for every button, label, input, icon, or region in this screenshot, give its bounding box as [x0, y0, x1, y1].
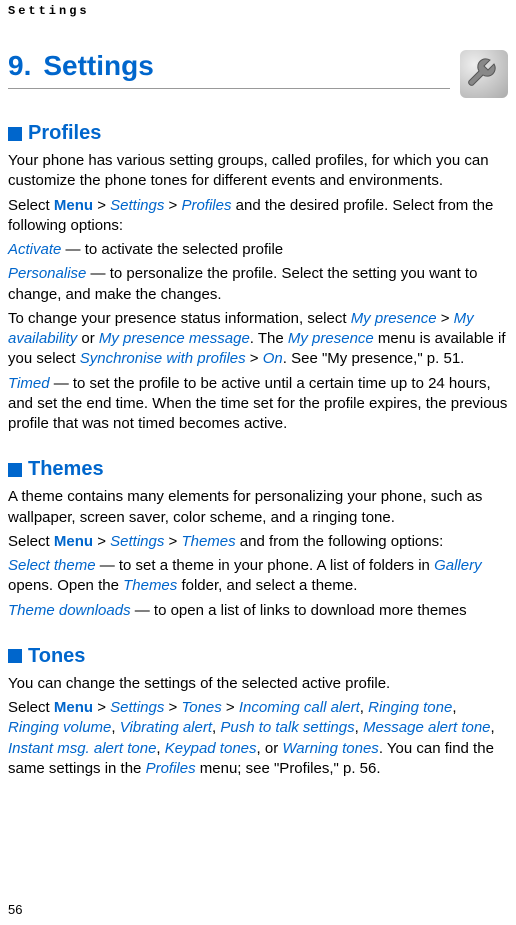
chapter-title-text: Settings — [43, 50, 153, 81]
sync-term: Synchronise with profiles — [80, 350, 246, 367]
themes-intro: A theme contains many elements for perso… — [8, 487, 508, 528]
settings-link: Settings — [110, 699, 164, 716]
theme-downloads-option: Theme downloads — to open a list of link… — [8, 601, 508, 621]
chapter-title: 9. Settings — [8, 50, 450, 89]
tones-link: Tones — [181, 699, 221, 716]
section-heading-tones: Tones — [8, 645, 508, 668]
tones-nav: Select Menu > Settings > Tones > Incomin… — [8, 698, 508, 779]
section-tones-title: Tones — [28, 645, 85, 668]
timed-term: Timed — [8, 375, 50, 392]
vibrating-term: Vibrating alert — [120, 719, 212, 736]
personalise-option: Personalise — to personalize the profile… — [8, 264, 508, 305]
settings-link: Settings — [110, 197, 164, 214]
activate-option: Activate — to activate the selected prof… — [8, 240, 508, 260]
section-themes-title: Themes — [28, 458, 104, 481]
themes-link: Themes — [181, 533, 235, 550]
select-theme-option: Select theme — to set a theme in your ph… — [8, 556, 508, 597]
keypad-term: Keypad tones — [165, 740, 257, 757]
themes-folder-term: Themes — [123, 577, 177, 594]
profiles-menu-term: Profiles — [146, 760, 196, 777]
my-presence-term-2: My presence — [288, 330, 374, 347]
profiles-intro: Your phone has various setting groups, c… — [8, 151, 508, 192]
instant-term: Instant msg. alert tone — [8, 740, 156, 757]
wrench-icon — [460, 50, 508, 98]
message-alert-term: Message alert tone — [363, 719, 491, 736]
personalise-term: Personalise — [8, 265, 86, 282]
tones-intro: You can change the settings of the selec… — [8, 674, 508, 694]
incoming-term: Incoming call alert — [239, 699, 360, 716]
menu-link: Menu — [54, 197, 93, 214]
content-area: 9. Settings Profiles Your phone has vario… — [0, 50, 516, 779]
section-bullet-icon — [8, 127, 22, 141]
presence-para: To change your presence status informati… — [8, 309, 508, 370]
profiles-nav: Select Menu > Settings > Profiles and th… — [8, 196, 508, 237]
on-term: On — [263, 350, 283, 367]
section-bullet-icon — [8, 649, 22, 663]
gallery-term: Gallery — [434, 557, 482, 574]
settings-link: Settings — [110, 533, 164, 550]
timed-option: Timed — to set the profile to be active … — [8, 374, 508, 435]
select-theme-term: Select theme — [8, 557, 96, 574]
theme-downloads-term: Theme downloads — [8, 602, 131, 619]
warning-term: Warning tones — [282, 740, 378, 757]
my-presence-message-term: My presence message — [99, 330, 250, 347]
my-presence-term: My presence — [351, 310, 437, 327]
ringing-volume-term: Ringing volume — [8, 719, 111, 736]
section-profiles-title: Profiles — [28, 122, 101, 145]
menu-link: Menu — [54, 699, 93, 716]
ringing-tone-term: Ringing tone — [368, 699, 452, 716]
activate-term: Activate — [8, 241, 61, 258]
chapter-number: 9. — [8, 50, 31, 81]
section-heading-profiles: Profiles — [8, 122, 508, 145]
page-number: 56 — [8, 902, 22, 917]
themes-nav: Select Menu > Settings > Themes and from… — [8, 532, 508, 552]
section-heading-themes: Themes — [8, 458, 508, 481]
page-header: Settings — [0, 0, 516, 22]
chapter-title-row: 9. Settings — [8, 50, 508, 98]
push-term: Push to talk settings — [220, 719, 354, 736]
section-bullet-icon — [8, 463, 22, 477]
profiles-link: Profiles — [181, 197, 231, 214]
menu-link: Menu — [54, 533, 93, 550]
